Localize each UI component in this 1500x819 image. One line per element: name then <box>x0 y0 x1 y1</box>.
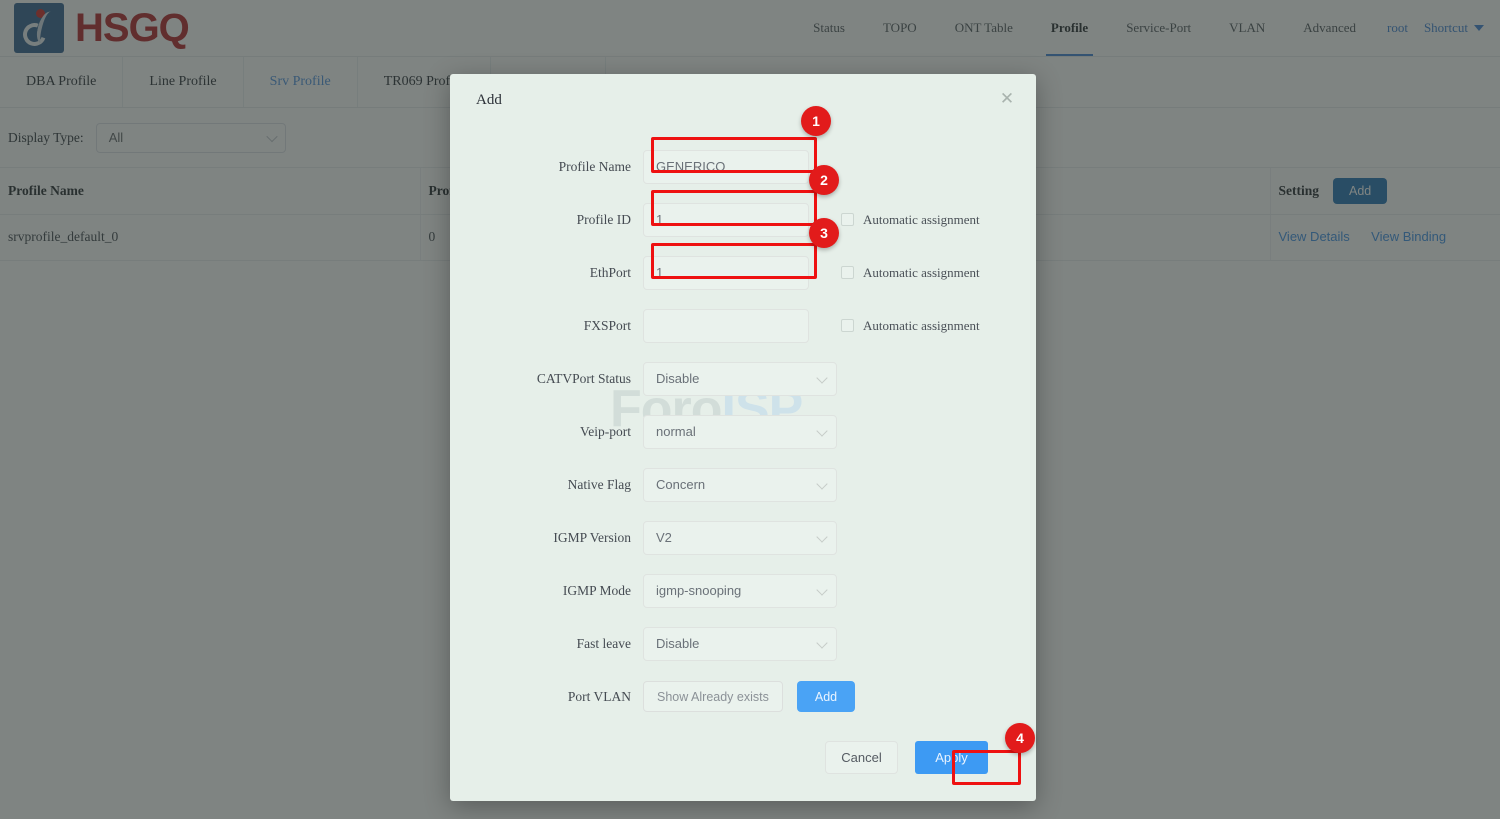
label-fxsport: FXSPort <box>583 317 631 333</box>
checkbox-label: Automatic assignment <box>863 211 980 227</box>
form-row-ethport: EthPort 1 Automatic assignment <box>450 246 1036 299</box>
catvport-status-select[interactable]: Disable <box>643 361 837 396</box>
fxsport-auto-assign-checkbox[interactable]: Automatic assignment <box>841 318 980 334</box>
chevron-down-icon <box>816 530 828 543</box>
chevron-down-icon <box>816 477 828 490</box>
igmp-mode-select[interactable]: igmp-snooping <box>643 573 837 608</box>
form-row-fast-leave: Fast leave Disable <box>450 617 1036 670</box>
chevron-down-icon <box>816 424 828 437</box>
apply-button[interactable]: Apply <box>915 741 988 774</box>
port-vlan-add-button[interactable]: Add <box>796 681 856 712</box>
label-profile-name: Profile Name <box>558 158 631 174</box>
fast-leave-select[interactable]: Disable <box>643 626 837 661</box>
profile-name-input[interactable]: GENERICO <box>643 149 809 184</box>
label-port-vlan: Port VLAN <box>567 688 631 704</box>
igmp-mode-value: igmp-snooping <box>656 583 742 598</box>
chevron-down-icon <box>816 583 828 596</box>
native-flag-select[interactable]: Concern <box>643 467 837 502</box>
checkbox-box-icon <box>841 213 854 226</box>
label-catvport-status: CATVPort Status <box>536 370 631 386</box>
form-row-fxsport: FXSPort Automatic assignment <box>450 299 1036 352</box>
add-srv-profile-dialog: Add ✕ ForoISP Profile Name GENERICO Prof… <box>450 74 1036 801</box>
native-flag-value: Concern <box>656 477 706 492</box>
label-ethport: EthPort <box>589 264 631 280</box>
form-row-native-flag: Native Flag Concern <box>450 458 1036 511</box>
fast-leave-value: Disable <box>656 636 700 651</box>
chevron-down-icon <box>816 371 828 384</box>
srv-profile-form: Profile Name GENERICO Profile ID 1 Autom… <box>450 126 1036 723</box>
show-already-exists-button[interactable]: Show Already exists <box>643 681 783 712</box>
form-row-igmp-mode: IGMP Mode igmp-snooping <box>450 564 1036 617</box>
dialog-title: Add <box>476 92 502 108</box>
fxsport-input[interactable] <box>643 308 809 343</box>
form-row-catvport-status: CATVPort Status Disable <box>450 352 1036 405</box>
checkbox-box-icon <box>841 266 854 279</box>
veip-port-value: normal <box>656 424 696 439</box>
catvport-status-value: Disable <box>656 371 700 386</box>
cancel-button[interactable]: Cancel <box>825 741 898 774</box>
label-fast-leave: Fast leave <box>576 635 631 651</box>
checkbox-label: Automatic assignment <box>863 317 980 333</box>
form-row-veip-port: Veip-port normal <box>450 405 1036 458</box>
profile-id-input[interactable]: 1 <box>643 202 809 237</box>
profile-id-auto-assign-checkbox[interactable]: Automatic assignment <box>841 212 980 228</box>
form-row-port-vlan: Port VLAN Show Already exists Add <box>450 670 1036 723</box>
chevron-down-icon <box>816 636 828 649</box>
label-native-flag: Native Flag <box>567 476 631 492</box>
label-veip-port: Veip-port <box>580 423 631 439</box>
close-icon[interactable]: ✕ <box>996 88 1018 110</box>
checkbox-box-icon <box>841 319 854 332</box>
label-profile-id: Profile ID <box>576 211 631 227</box>
form-row-igmp-version: IGMP Version V2 <box>450 511 1036 564</box>
form-row-profile-id: Profile ID 1 Automatic assignment <box>450 193 1036 246</box>
veip-port-select[interactable]: normal <box>643 414 837 449</box>
igmp-version-value: V2 <box>656 530 672 545</box>
checkbox-label: Automatic assignment <box>863 264 980 280</box>
label-igmp-version: IGMP Version <box>553 529 631 545</box>
form-row-profile-name: Profile Name GENERICO <box>450 140 1036 193</box>
ethport-input[interactable]: 1 <box>643 255 809 290</box>
dialog-footer: Cancel Apply <box>825 741 988 774</box>
ethport-auto-assign-checkbox[interactable]: Automatic assignment <box>841 265 980 281</box>
label-igmp-mode: IGMP Mode <box>562 582 631 598</box>
igmp-version-select[interactable]: V2 <box>643 520 837 555</box>
